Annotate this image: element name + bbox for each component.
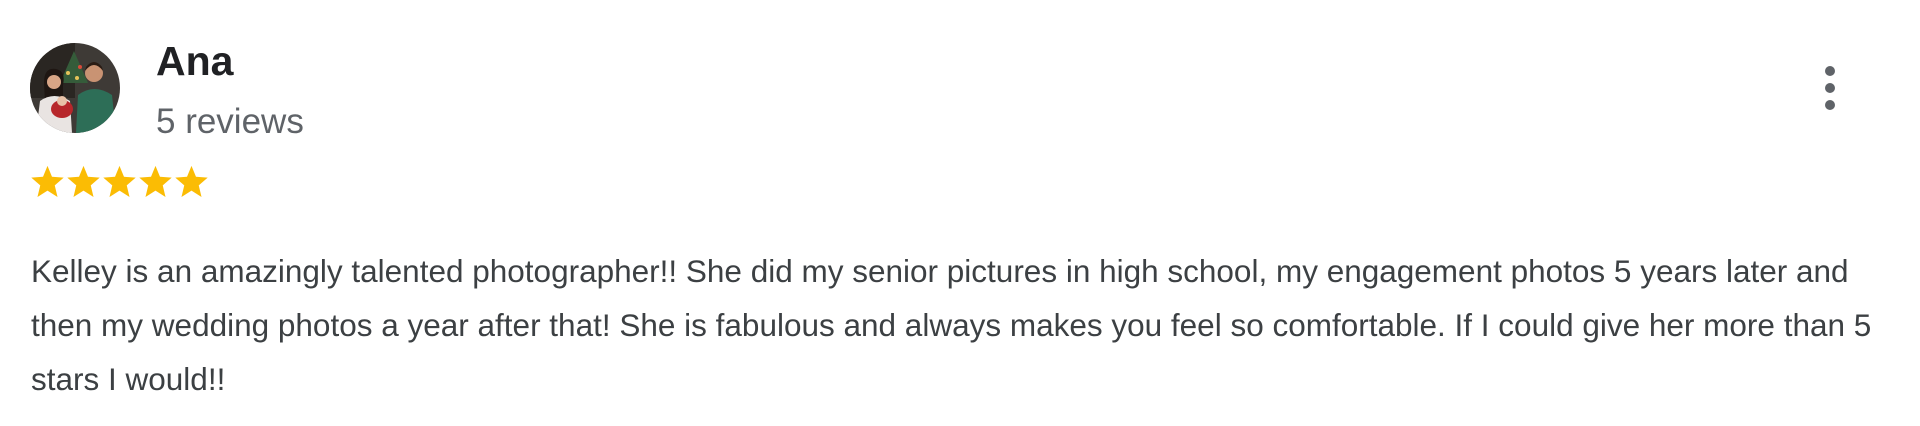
star-icon xyxy=(29,163,66,201)
star-rating xyxy=(29,163,209,203)
review-card: Ana 5 reviews Kelley is an amazingly tal… xyxy=(0,0,1920,426)
star-icon xyxy=(101,163,138,201)
review-count: 5 reviews xyxy=(156,102,304,141)
avatar-photo xyxy=(30,43,120,133)
star-icon xyxy=(173,163,210,201)
more-options-button[interactable] xyxy=(1808,56,1852,120)
avatar[interactable] xyxy=(30,43,120,133)
star-icon xyxy=(65,163,102,201)
star-icon xyxy=(137,163,174,201)
author-name[interactable]: Ana xyxy=(156,36,233,86)
review-text: Kelley is an amazingly talented photogra… xyxy=(31,253,1872,397)
more-vert-icon xyxy=(1825,66,1835,110)
